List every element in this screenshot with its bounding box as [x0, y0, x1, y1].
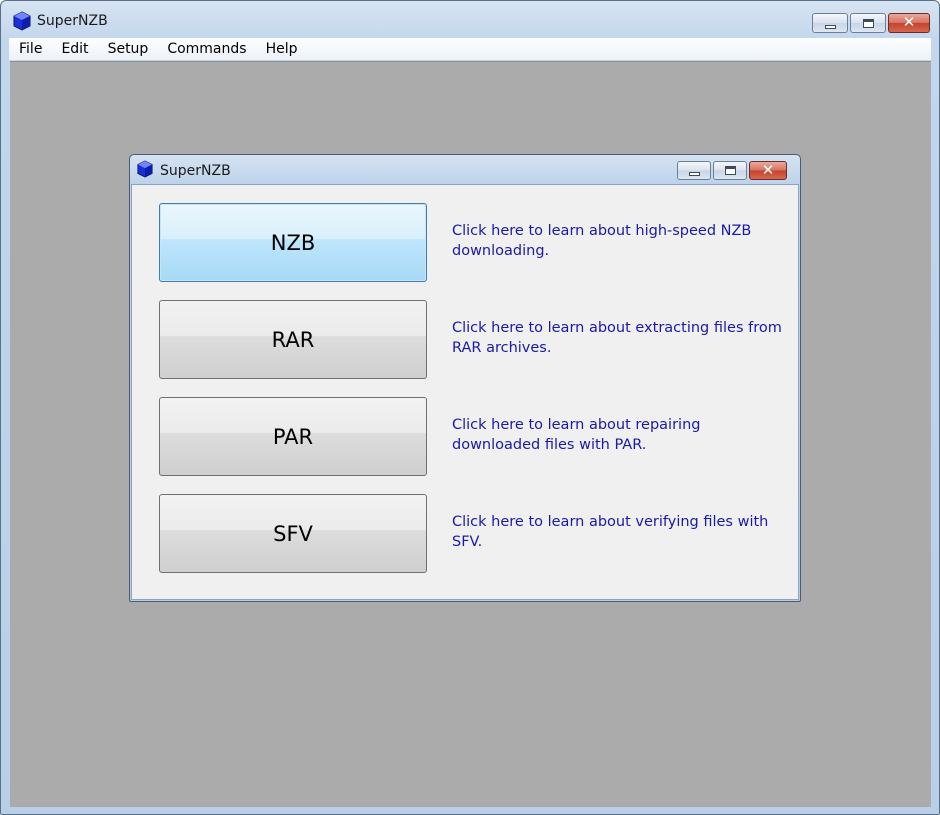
rar-description-link[interactable]: Click here to learn about extracting fil… [452, 318, 782, 358]
window-title: SuperNZB [37, 13, 108, 29]
minimize-icon [689, 172, 700, 176]
dialog-maximize-button[interactable] [713, 161, 747, 180]
sfv-button[interactable]: SFV [159, 494, 427, 573]
menu-help[interactable]: Help [256, 38, 307, 60]
app-cube-icon[interactable] [13, 11, 31, 31]
minimize-button[interactable] [812, 13, 848, 33]
nzb-button[interactable]: NZB [159, 203, 427, 282]
par-description-link[interactable]: Click here to learn about repairing down… [452, 415, 782, 455]
nzb-description-link[interactable]: Click here to learn about high-speed NZB… [452, 221, 782, 261]
maximize-icon [725, 166, 736, 175]
minimize-icon [825, 25, 836, 29]
window-caption-buttons: ✕ [810, 13, 930, 33]
sfv-description-link[interactable]: Click here to learn about verifying file… [452, 512, 782, 552]
dialog-client-area: NZB Click here to learn about high-speed… [131, 184, 799, 600]
dialog-title: SuperNZB [160, 163, 231, 179]
maximize-button[interactable] [850, 13, 886, 33]
menu-commands[interactable]: Commands [157, 38, 255, 60]
menu-edit[interactable]: Edit [51, 38, 97, 60]
maximize-icon [863, 19, 874, 28]
dialog-caption-buttons: ✕ [675, 161, 787, 180]
dialog-close-button[interactable]: ✕ [749, 161, 787, 180]
menu-bar: File Edit Setup Commands Help [9, 38, 931, 60]
par-button[interactable]: PAR [159, 397, 427, 476]
close-button[interactable]: ✕ [888, 13, 930, 33]
menu-setup[interactable]: Setup [98, 38, 158, 60]
dialog-minimize-button[interactable] [677, 161, 711, 180]
close-icon: ✕ [761, 161, 775, 179]
dialog-cube-icon[interactable] [137, 160, 153, 178]
close-icon: ✕ [902, 13, 916, 31]
menu-file[interactable]: File [9, 38, 51, 60]
rar-button[interactable]: RAR [159, 300, 427, 379]
dialog-window: SuperNZB ✕ NZB Click here to learn about… [129, 154, 801, 602]
